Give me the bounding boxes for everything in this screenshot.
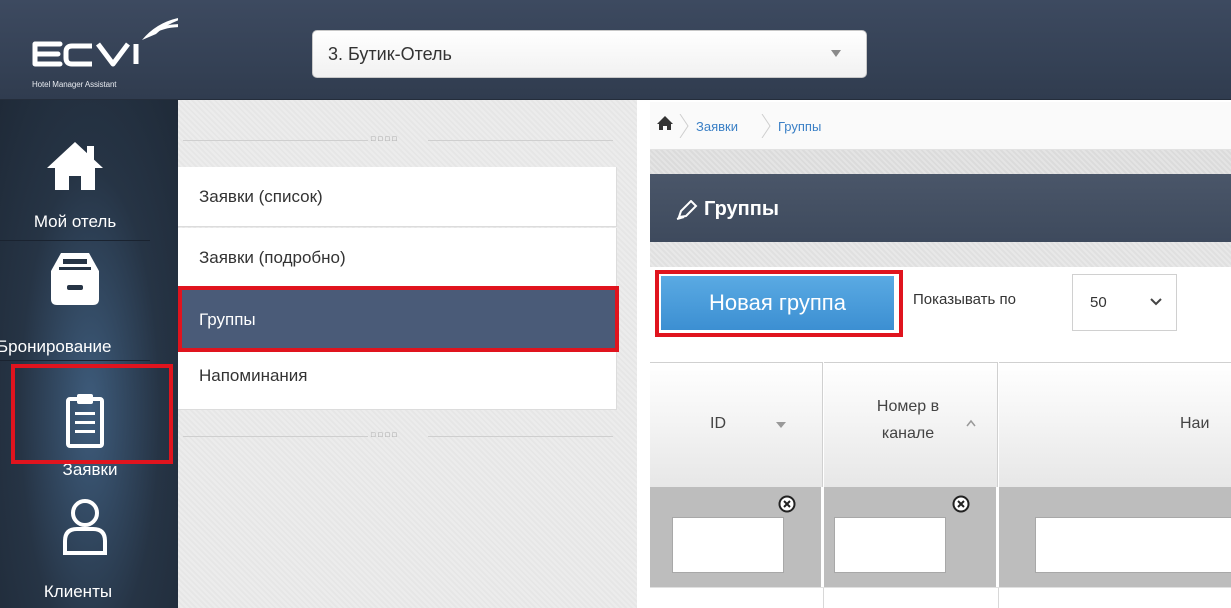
breadcrumb-separator-icon	[761, 114, 771, 138]
filter-cell-channel-number	[824, 487, 998, 587]
clear-filter-icon[interactable]	[952, 495, 970, 513]
chevron-down-icon	[831, 50, 841, 57]
breadcrumb: Заявки Группы	[650, 102, 1231, 150]
filter-input-id[interactable]	[672, 517, 784, 573]
divider	[183, 436, 368, 437]
ecvi-logo-icon	[32, 16, 192, 67]
column-header-label: ID	[710, 415, 726, 432]
highlight-box	[11, 364, 173, 464]
nav-label: Мой отель	[33, 212, 117, 231]
sort-asc-icon[interactable]	[966, 419, 976, 427]
nav-item-booking[interactable]: Бронирование	[0, 241, 178, 361]
clear-filter-icon[interactable]	[778, 495, 796, 513]
page-size-label: Показывать по	[913, 291, 1016, 308]
groups-table: ID Номер в канале Наи	[650, 362, 1231, 608]
submenu-panel: ▫▫▫▫ Заявки (список) Заявки (подробно) Г…	[178, 100, 637, 608]
user-icon	[63, 499, 107, 555]
submenu-item-requests-detail[interactable]: Заявки (подробно)	[178, 228, 617, 288]
breadcrumb-separator-icon	[679, 114, 689, 138]
hotel-select-value: 3. Бутик-Отель	[328, 44, 452, 64]
page-size-select[interactable]: 50	[1072, 274, 1177, 331]
logo-subtitle: Hotel Manager Assistant	[32, 80, 117, 89]
column-header-label: Наи	[1180, 415, 1210, 432]
nav-divider	[0, 360, 150, 361]
divider	[183, 140, 368, 141]
page-size-value: 50	[1090, 294, 1107, 311]
column-header-id[interactable]: ID	[650, 362, 823, 487]
highlight-box	[655, 270, 903, 337]
submenu-item-requests-list[interactable]: Заявки (список)	[178, 167, 617, 227]
column-header-label: Номер в	[876, 398, 940, 415]
filter-input-name[interactable]	[1035, 517, 1231, 573]
resize-handle[interactable]: ▫▫▫▫	[370, 430, 398, 440]
column-header-name[interactable]: Наи	[999, 362, 1231, 487]
home-icon[interactable]	[656, 115, 674, 131]
column-header-label: канале	[881, 425, 935, 442]
home-icon	[47, 142, 103, 190]
app-logo[interactable]: Hotel Manager Assistant	[0, 0, 192, 100]
pencil-icon	[676, 200, 698, 220]
filter-input-channel-number[interactable]	[834, 517, 946, 573]
divider	[823, 588, 824, 608]
resize-handle[interactable]: ▫▫▫▫	[370, 134, 398, 144]
top-bar: Hotel Manager Assistant 3. Бутик-Отель	[0, 0, 1231, 100]
highlight-box	[178, 286, 619, 352]
submenu-item-label: Заявки (подробно)	[199, 248, 346, 267]
chevron-down-icon	[1150, 298, 1162, 306]
filter-cell-name	[999, 487, 1231, 587]
nav-label: Клиенты	[43, 582, 113, 601]
nav-label: Бронирование	[0, 337, 112, 356]
column-header-channel-number[interactable]: Номер в канале	[824, 362, 998, 487]
panel-header: Группы	[650, 174, 1231, 242]
divider	[998, 588, 999, 608]
page-title: Группы	[704, 198, 779, 220]
hotel-select[interactable]: 3. Бутик-Отель	[312, 30, 867, 78]
submenu-item-reminders[interactable]: Напоминания	[178, 350, 617, 410]
main-content: Заявки Группы Группы Новая группа Показы…	[637, 100, 1231, 608]
divider	[428, 140, 613, 141]
nav-item-clients[interactable]: Клиенты	[0, 485, 178, 608]
inbox-icon	[51, 253, 99, 305]
sort-desc-icon[interactable]	[776, 422, 786, 428]
spacer	[650, 242, 1231, 267]
table-row	[650, 587, 1231, 608]
submenu-item-label: Заявки (список)	[199, 187, 323, 206]
filter-cell-id	[650, 487, 823, 587]
breadcrumb-link-groups[interactable]: Группы	[778, 119, 821, 134]
divider	[428, 436, 613, 437]
spacer	[650, 150, 1231, 174]
submenu-item-label: Напоминания	[199, 366, 308, 385]
breadcrumb-link-requests[interactable]: Заявки	[696, 119, 738, 134]
nav-item-my-hotel[interactable]: Мой отель	[0, 100, 178, 240]
main-nav: Мой отель Бронирование Заявки Клиенты	[0, 100, 178, 608]
